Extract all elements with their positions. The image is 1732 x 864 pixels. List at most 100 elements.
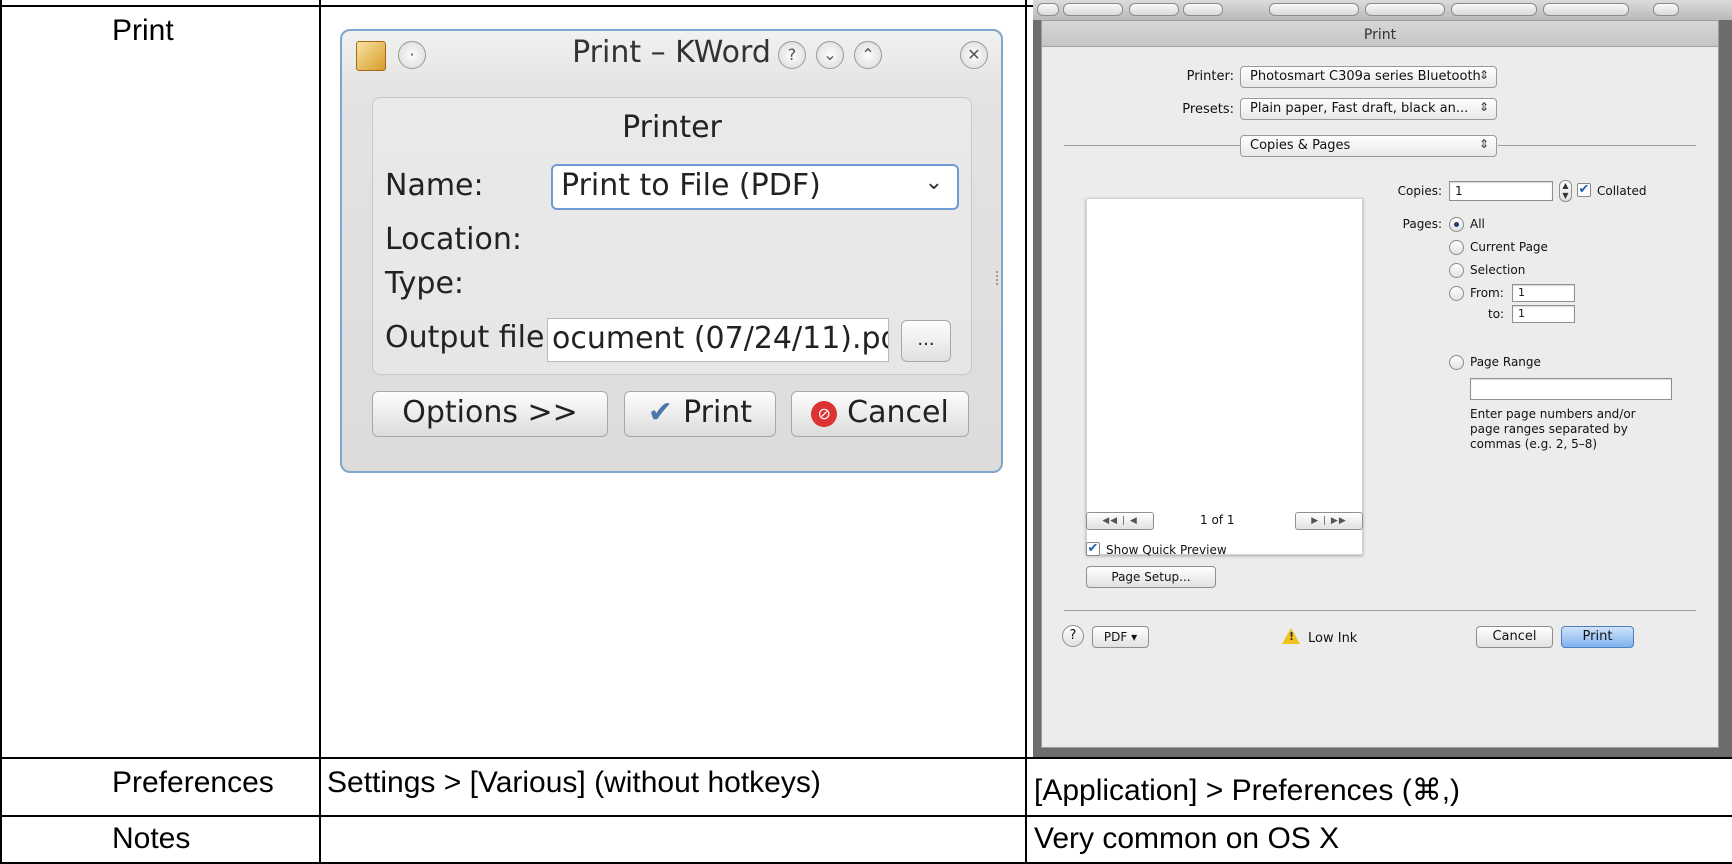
section-separator <box>1064 145 1240 146</box>
warning-icon <box>1282 628 1300 644</box>
print-button-label: Print <box>683 395 753 430</box>
cancel-button[interactable]: Cancel <box>1476 626 1553 648</box>
row-label-print: Print <box>112 14 174 47</box>
page-range-help-line: commas (e.g. 2, 5–8) <box>1470 437 1598 451</box>
preview-back-buttons[interactable]: ◀◀ | ◀ <box>1086 512 1154 530</box>
printer-label: Printer: <box>1186 69 1234 84</box>
close-button[interactable]: ✕ <box>960 41 988 69</box>
quick-preview-checkbox[interactable]: ✔ <box>1086 542 1100 556</box>
footer-separator <box>1064 610 1696 611</box>
dialog-title: Print – KWord <box>572 35 771 70</box>
table-border-left <box>0 0 2 864</box>
page-counter: 1 of 1 <box>1200 513 1235 527</box>
print-button[interactable]: Print <box>1561 626 1634 648</box>
current-page-label: Current Page <box>1470 240 1548 254</box>
options-button[interactable]: Options >> <box>372 391 608 437</box>
print-button[interactable]: ✔ Print <box>624 391 776 437</box>
presets-label: Presets: <box>1182 102 1234 117</box>
resize-grip[interactable] <box>996 271 999 285</box>
printer-popup[interactable]: Photosmart C309a series Bluetooth ⇕ <box>1240 66 1497 88</box>
toolbar-style-button[interactable] <box>1543 3 1629 16</box>
maximize-button[interactable]: ⌃ <box>854 41 882 69</box>
from-label: From: <box>1470 286 1504 300</box>
page-range-input[interactable] <box>1470 378 1672 400</box>
help-button[interactable]: ? <box>1062 625 1084 647</box>
copies-stepper[interactable]: ▲ ▼ <box>1559 180 1572 202</box>
selection-radio[interactable] <box>1449 263 1464 278</box>
page-setup-button[interactable]: Page Setup... <box>1086 566 1216 588</box>
pages-all-radio[interactable] <box>1449 217 1464 232</box>
page-range-help: Enter page numbers and/or page ranges se… <box>1470 407 1636 452</box>
from-radio[interactable] <box>1449 286 1464 301</box>
name-label: Name: <box>385 168 484 203</box>
mac-notes-text: Very common on OS X <box>1034 822 1340 855</box>
print-sheet: Print Printer: Photosmart C309a series B… <box>1041 20 1719 748</box>
preview-forward-buttons[interactable]: ▶ | ▶▶ <box>1295 512 1363 530</box>
to-input[interactable]: 1 <box>1512 305 1575 323</box>
toolbar-style-button[interactable] <box>1451 3 1537 16</box>
location-label: Location: <box>385 222 522 257</box>
kde-preferences-text: Settings > [Various] (without hotkeys) <box>327 766 821 799</box>
copies-label: Copies: <box>1397 184 1442 198</box>
mac-preferences-text: [Application] > Preferences (⌘,) <box>1034 774 1461 807</box>
pages-all-label: All <box>1470 217 1485 231</box>
collated-label: Collated <box>1597 184 1647 198</box>
to-label: to: <box>1488 307 1505 321</box>
row-label-preferences: Preferences <box>112 766 274 799</box>
checkmark-icon: ✔ <box>647 395 674 430</box>
column-divider-2 <box>1025 0 1027 864</box>
output-file-input[interactable]: ocument (07/24/11).pdf <box>547 318 889 362</box>
printer-name-value: Print to File (PDF) <box>561 168 821 203</box>
quick-preview-label: Show Quick Preview <box>1106 543 1227 557</box>
updown-arrows-icon: ⇕ <box>1478 68 1489 82</box>
app-toolbar <box>1033 0 1732 20</box>
section-popup-value: Copies & Pages <box>1250 138 1351 153</box>
output-file-label: Output file: <box>385 320 555 355</box>
presets-popup[interactable]: Plain paper, Fast draft, black an... ⇕ <box>1240 98 1497 120</box>
cancel-icon: ⊘ <box>811 401 838 427</box>
toolbar-button[interactable] <box>1037 3 1059 16</box>
row-divider-1 <box>0 757 1732 759</box>
presets-popup-value: Plain paper, Fast draft, black an... <box>1250 101 1469 116</box>
pages-label: Pages: <box>1402 217 1442 231</box>
printer-group-title: Printer <box>622 110 722 145</box>
printer-popup-value: Photosmart C309a series Bluetooth <box>1250 69 1481 84</box>
toolbar-button[interactable] <box>1129 3 1179 16</box>
toolbar-button[interactable] <box>1183 3 1223 16</box>
toolbar-button[interactable] <box>1063 3 1123 16</box>
page-range-label: Page Range <box>1470 355 1541 369</box>
from-input[interactable]: 1 <box>1512 284 1575 302</box>
type-label: Type: <box>385 266 465 301</box>
toolbar-button[interactable] <box>1653 3 1679 16</box>
updown-arrows-icon: ⇕ <box>1478 137 1489 151</box>
cancel-button[interactable]: ⊘ Cancel <box>791 391 969 437</box>
low-ink-status: Low Ink <box>1282 628 1357 646</box>
browse-button[interactable]: ... <box>901 320 951 362</box>
row-label-notes: Notes <box>112 822 191 855</box>
page-range-radio[interactable] <box>1449 355 1464 370</box>
chevron-down-icon: ⌄ <box>924 170 943 195</box>
current-page-radio[interactable] <box>1449 240 1464 255</box>
toolbar-style-button[interactable] <box>1365 3 1445 16</box>
mac-print-screenshot: Print Printer: Photosmart C309a series B… <box>1033 0 1732 757</box>
page-range-help-line: page ranges separated by <box>1470 422 1628 436</box>
toolbar-style-button[interactable] <box>1269 3 1359 16</box>
cancel-button-label: Cancel <box>847 395 949 430</box>
section-separator <box>1498 145 1696 146</box>
low-ink-label: Low Ink <box>1308 631 1358 646</box>
updown-arrows-icon: ⇕ <box>1478 100 1489 114</box>
section-popup[interactable]: Copies & Pages ⇕ <box>1240 135 1497 157</box>
kde-print-dialog: · Print – KWord ? ⌄ ⌃ ✕ Printer Name: Pr… <box>340 29 1003 473</box>
collated-checkbox[interactable]: ✔ <box>1577 183 1591 197</box>
options-button-label: Options >> <box>402 395 578 430</box>
copies-input[interactable]: 1 <box>1449 181 1553 201</box>
help-button[interactable]: ? <box>778 41 806 69</box>
page-preview <box>1086 198 1363 555</box>
sheet-title: Print <box>1363 27 1397 43</box>
minimize-button[interactable]: ⌄ <box>816 41 844 69</box>
row-divider-2 <box>0 815 1732 817</box>
printer-name-select[interactable]: Print to File (PDF) ⌄ <box>551 164 959 210</box>
selection-label: Selection <box>1470 263 1526 277</box>
pdf-button[interactable]: PDF ▾ <box>1092 626 1149 648</box>
column-divider-1 <box>319 0 321 864</box>
